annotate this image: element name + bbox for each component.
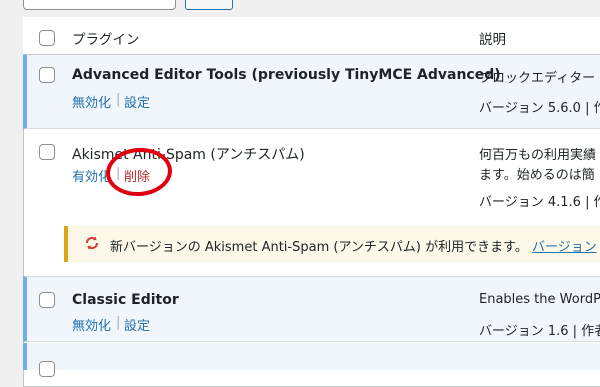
plugin-name-classic-editor: Classic Editor [72,292,179,308]
plugin-checkbox-advanced-editor-tools[interactable] [39,67,55,83]
settings-link-classic-editor[interactable]: 設定 [124,315,150,334]
select-all-checkbox[interactable] [39,30,55,46]
update-details-link[interactable]: バージョン [532,240,597,255]
action-separator: | [116,315,121,330]
deactivate-link-advanced-editor-tools[interactable]: 無効化 [72,92,111,111]
plugin-checkbox-next[interactable] [39,361,55,377]
settings-link-advanced-editor-tools[interactable]: 設定 [124,92,150,111]
update-notice-text: 新バージョンの Akismet Anti-Spam (アンチスパム) が利用でき… [110,240,597,255]
plugin-version: バージョン 1.6 | 作者 [479,324,600,339]
bulk-action-select[interactable] [23,0,176,10]
plugin-version: バージョン 4.1.6 | 作 [479,195,600,210]
plugin-column-header: プラグイン [72,32,140,48]
plugin-checkbox-akismet[interactable] [39,144,55,160]
deactivate-link-classic-editor[interactable]: 無効化 [72,315,111,334]
plugin-checkbox-classic-editor[interactable] [39,292,55,308]
plugin-description-line-1: 何百万もの利用実績 [479,148,597,163]
plugin-version: バージョン 5.6.0 | 作 [479,101,600,116]
update-icon [84,235,100,251]
plugin-description: ブロックエディター [479,71,596,86]
description-column-header: 説明 [479,32,506,48]
plugin-description: Enables the WordPr [479,292,600,307]
plugin-name-advanced-editor-tools: Advanced Editor Tools (previously TinyMC… [72,67,501,83]
plugin-name-akismet: Akismet Anti-Spam (アンチスパム) [72,147,305,163]
plugin-row-next [23,343,600,370]
plugin-description-line-2: ます。始めるのは簡 [479,168,595,183]
action-separator: | [116,92,121,107]
activate-link-akismet[interactable]: 有効化 [72,166,111,185]
apply-button[interactable] [185,0,233,10]
